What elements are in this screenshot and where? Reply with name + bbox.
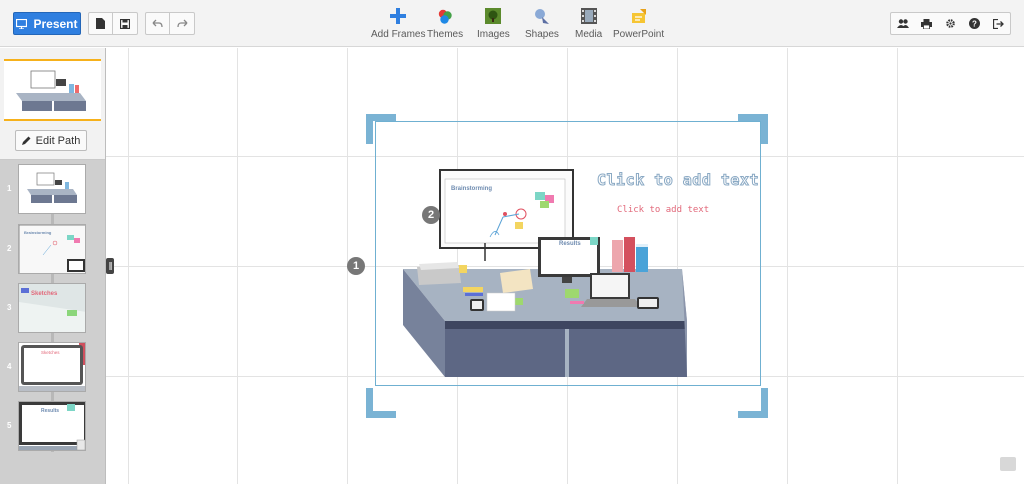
frame-corner-handle[interactable] <box>366 388 396 418</box>
path-step-3[interactable]: 3 Sketches <box>0 283 105 335</box>
overview-preview <box>16 70 86 111</box>
prezi-editor: Present Add Frames Themes Images Shapes … <box>0 0 1024 484</box>
shapes-icon <box>534 9 549 24</box>
settings-button[interactable] <box>938 12 963 35</box>
step-2-preview: Brainstorming <box>19 225 85 273</box>
path-step-1[interactable]: 1 <box>0 164 105 216</box>
step-thumbnail: Sketches <box>18 342 86 392</box>
share-button[interactable] <box>890 12 915 35</box>
present-icon <box>16 18 28 29</box>
insert-powerpoint[interactable]: PowerPoint <box>613 6 664 42</box>
frame-corner-handle[interactable] <box>738 114 768 144</box>
print-icon <box>920 18 932 29</box>
step-number: 2 <box>7 244 12 253</box>
add-frames-label: Add Frames <box>371 29 426 40</box>
new-file-button[interactable] <box>88 12 113 35</box>
step-number: 5 <box>7 421 12 430</box>
desk-illustration[interactable] <box>395 165 695 380</box>
step-thumbnail <box>18 164 86 214</box>
settings-icon <box>945 19 955 28</box>
insert-add-frames[interactable]: Add Frames <box>371 6 425 42</box>
path-step-5[interactable]: 5 Results <box>0 401 105 453</box>
top-toolbar: Present Add Frames Themes Images Shapes … <box>0 0 1024 47</box>
overview-thumbnail[interactable] <box>4 59 101 121</box>
step-2-title: Brainstorming <box>24 230 52 235</box>
redo-icon <box>176 19 187 28</box>
step-number: 1 <box>7 184 12 193</box>
print-button[interactable] <box>914 12 939 35</box>
step-number: 4 <box>7 362 12 371</box>
path-step-2[interactable]: 2 Brainstorming <box>0 224 105 276</box>
step-3-preview: Sketches <box>19 284 85 332</box>
drag-handle-icon <box>109 262 112 270</box>
present-label: Present <box>33 16 78 31</box>
path-point-1[interactable]: 1 <box>347 257 365 275</box>
svg-text:?: ? <box>972 20 977 29</box>
pencil-icon <box>21 136 31 145</box>
shapes-label: Shapes <box>525 29 559 40</box>
redo-button[interactable] <box>170 12 195 35</box>
step-thumbnail: Brainstorming <box>18 224 86 274</box>
step-3-title: Sketches <box>31 291 58 297</box>
edit-path-label: Edit Path <box>35 134 81 147</box>
exit-icon <box>992 18 1004 29</box>
overview-panel: Edit Path <box>0 48 105 160</box>
add-frames-icon <box>390 8 407 24</box>
help-icon: ? <box>968 18 980 29</box>
subtitle-textbox[interactable]: Click to add text <box>617 205 709 215</box>
frame-corner-handle[interactable] <box>366 114 396 144</box>
step-5-title: Results <box>41 408 59 414</box>
file-icon <box>96 18 105 29</box>
save-icon <box>120 18 130 29</box>
step-4-preview: Sketches <box>19 343 85 391</box>
undo-button[interactable] <box>145 12 170 35</box>
images-icon <box>485 8 502 24</box>
media-label: Media <box>575 29 603 40</box>
powerpoint-icon <box>631 9 646 23</box>
step-4-title: Sketches <box>41 350 60 355</box>
frame-corner-handle[interactable] <box>738 388 768 418</box>
step-1-preview <box>19 165 85 213</box>
monitor-title: Results <box>559 241 581 247</box>
step-number: 3 <box>7 303 12 312</box>
insert-media[interactable]: Media <box>575 6 602 42</box>
edit-path-button[interactable]: Edit Path <box>15 130 87 151</box>
exit-button[interactable] <box>986 12 1011 35</box>
help-button[interactable]: ? <box>962 12 987 35</box>
step-thumbnail: Sketches <box>18 283 86 333</box>
images-label: Images <box>477 29 510 40</box>
media-icon <box>580 8 597 24</box>
path-step-4[interactable]: 4 Sketches <box>0 342 105 394</box>
path-sidebar: Edit Path 1 2 Brainstorming 3 Sketches 4… <box>0 48 106 484</box>
step-5-preview: Results <box>19 402 85 450</box>
title-textbox[interactable]: Click to add text <box>596 171 759 190</box>
step-thumbnail: Results <box>18 401 86 451</box>
powerpoint-label: PowerPoint <box>613 29 665 40</box>
sidebar-collapse-handle[interactable] <box>106 258 114 274</box>
fullscreen-icon[interactable] <box>1000 457 1016 471</box>
insert-themes[interactable]: Themes <box>427 6 463 42</box>
save-button[interactable] <box>113 12 138 35</box>
present-button[interactable]: Present <box>13 12 81 35</box>
whiteboard-title: Brainstorming <box>451 186 493 192</box>
themes-label: Themes <box>427 29 464 40</box>
share-icon <box>896 19 909 28</box>
undo-icon <box>152 19 163 28</box>
insert-images[interactable]: Images <box>477 6 510 42</box>
insert-shapes[interactable]: Shapes <box>525 6 559 42</box>
path-point-2[interactable]: 2 <box>422 206 440 224</box>
themes-icon <box>438 9 452 24</box>
